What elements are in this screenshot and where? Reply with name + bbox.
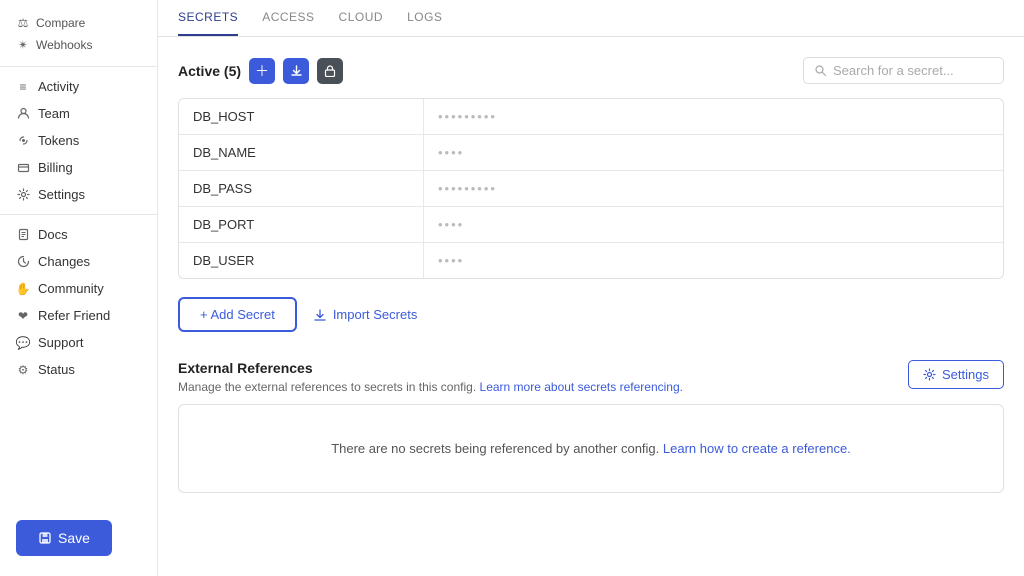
no-refs-message: There are no secrets being referenced by…: [331, 441, 659, 456]
active-title: Active (5): [178, 63, 241, 79]
sidebar-item-community[interactable]: ✋ Community: [0, 275, 157, 302]
secrets-table: DB_HOST ••••••••• DB_NAME •••• DB_PASS •…: [178, 98, 1004, 279]
gear-icon: [923, 368, 936, 381]
sidebar-community-label: Community: [38, 281, 104, 296]
section-title-row: Active (5) ＋: [178, 58, 343, 84]
changes-icon: [16, 255, 30, 269]
status-icon: ⚙: [16, 363, 30, 377]
community-icon: ✋: [16, 282, 30, 296]
table-row: DB_PORT ••••: [179, 207, 1003, 243]
add-secret-icon-btn[interactable]: ＋: [249, 58, 275, 84]
sidebar-billing-label: Billing: [38, 160, 73, 175]
external-references-header: External References Manage the external …: [178, 360, 1004, 394]
webhooks-icon: ✴: [16, 38, 30, 52]
sidebar-refer-label: Refer Friend: [38, 308, 110, 323]
no-refs-box: There are no secrets being referenced by…: [178, 404, 1004, 493]
sidebar-team-label: Team: [38, 106, 70, 121]
learn-more-link[interactable]: Learn more about secrets referencing.: [480, 380, 683, 394]
ext-ref-desc: Manage the external references to secret…: [178, 380, 683, 394]
ext-settings-label: Settings: [942, 367, 989, 382]
ext-ref-title: External References: [178, 360, 683, 376]
secret-key-db-host: DB_HOST: [179, 99, 424, 134]
sidebar-support-label: Support: [38, 335, 84, 350]
support-icon: 💬: [16, 336, 30, 350]
sidebar-top-section: ⚖ Compare ✴ Webhooks: [0, 8, 157, 60]
content-area: Active (5) ＋ DB_HOST ••••••••• DB_: [158, 37, 1024, 576]
search-input[interactable]: [833, 63, 993, 78]
sidebar-changes-label: Changes: [38, 254, 90, 269]
search-icon: [814, 64, 827, 77]
sidebar-item-status[interactable]: ⚙ Status: [0, 356, 157, 383]
activity-icon: ≡: [16, 80, 30, 94]
compare-icon: ⚖: [16, 16, 30, 30]
table-row: DB_NAME ••••: [179, 135, 1003, 171]
docs-icon: [16, 228, 30, 242]
sidebar: ⚖ Compare ✴ Webhooks ≡ Activity Team Tok…: [0, 0, 158, 576]
sidebar-item-tokens[interactable]: Tokens: [0, 127, 157, 154]
table-row: DB_HOST •••••••••: [179, 99, 1003, 135]
download-icon-btn[interactable]: [283, 58, 309, 84]
sidebar-settings-label: Settings: [38, 187, 85, 202]
main-content: SECRETS ACCESS CLOUD LOGS Active (5) ＋: [158, 0, 1024, 576]
secret-key-db-name: DB_NAME: [179, 135, 424, 170]
team-icon: [16, 107, 30, 121]
save-button[interactable]: Save: [16, 520, 112, 556]
sidebar-tokens-label: Tokens: [38, 133, 79, 148]
sidebar-webhooks-label: Webhooks: [36, 38, 92, 52]
secret-value-db-user: ••••: [424, 243, 1003, 278]
sidebar-item-webhooks[interactable]: ✴ Webhooks: [16, 34, 141, 56]
refer-friend-icon: ❤: [16, 309, 30, 323]
secret-key-db-port: DB_PORT: [179, 207, 424, 242]
tokens-icon: [16, 134, 30, 148]
create-reference-link[interactable]: Learn how to create a reference.: [663, 441, 851, 456]
sidebar-item-settings[interactable]: Settings: [0, 181, 157, 208]
ext-ref-info: External References Manage the external …: [178, 360, 683, 394]
divider-top: [0, 66, 157, 67]
import-icon: [313, 308, 327, 322]
import-secrets-button[interactable]: Import Secrets: [313, 307, 418, 322]
active-section-header: Active (5) ＋: [178, 57, 1004, 84]
secret-value-db-name: ••••: [424, 135, 1003, 170]
secret-value-db-host: •••••••••: [424, 99, 1003, 134]
sidebar-item-activity[interactable]: ≡ Activity: [0, 73, 157, 100]
search-box: [803, 57, 1004, 84]
sidebar-item-refer-friend[interactable]: ❤ Refer Friend: [0, 302, 157, 329]
sidebar-compare-label: Compare: [36, 16, 85, 30]
sidebar-activity-label: Activity: [38, 79, 79, 94]
secret-value-db-port: ••••: [424, 207, 1003, 242]
sidebar-status-label: Status: [38, 362, 75, 377]
tab-cloud[interactable]: CLOUD: [339, 0, 384, 36]
sidebar-item-changes[interactable]: Changes: [0, 248, 157, 275]
save-icon: [38, 531, 52, 545]
lock-icon-btn[interactable]: [317, 58, 343, 84]
sidebar-docs-label: Docs: [38, 227, 68, 242]
table-row: DB_PASS •••••••••: [179, 171, 1003, 207]
add-secret-button[interactable]: + Add Secret: [178, 297, 297, 332]
ext-ref-settings-button[interactable]: Settings: [908, 360, 1004, 389]
table-row: DB_USER ••••: [179, 243, 1003, 278]
billing-icon: [16, 161, 30, 175]
tab-access[interactable]: ACCESS: [262, 0, 314, 36]
secret-key-db-pass: DB_PASS: [179, 171, 424, 206]
tab-logs[interactable]: LOGS: [407, 0, 442, 36]
sidebar-item-docs[interactable]: Docs: [0, 221, 157, 248]
tab-bar: SECRETS ACCESS CLOUD LOGS: [158, 0, 1024, 37]
sidebar-item-compare[interactable]: ⚖ Compare: [16, 12, 141, 34]
sidebar-item-billing[interactable]: Billing: [0, 154, 157, 181]
sidebar-item-support[interactable]: 💬 Support: [0, 329, 157, 356]
secret-value-db-pass: •••••••••: [424, 171, 1003, 206]
action-row: + Add Secret Import Secrets: [178, 297, 1004, 332]
sidebar-item-team[interactable]: Team: [0, 100, 157, 127]
import-label: Import Secrets: [333, 307, 418, 322]
divider-mid: [0, 214, 157, 215]
secret-key-db-user: DB_USER: [179, 243, 424, 278]
tab-secrets[interactable]: SECRETS: [178, 0, 238, 36]
save-label: Save: [58, 530, 90, 546]
settings-icon: [16, 188, 30, 202]
